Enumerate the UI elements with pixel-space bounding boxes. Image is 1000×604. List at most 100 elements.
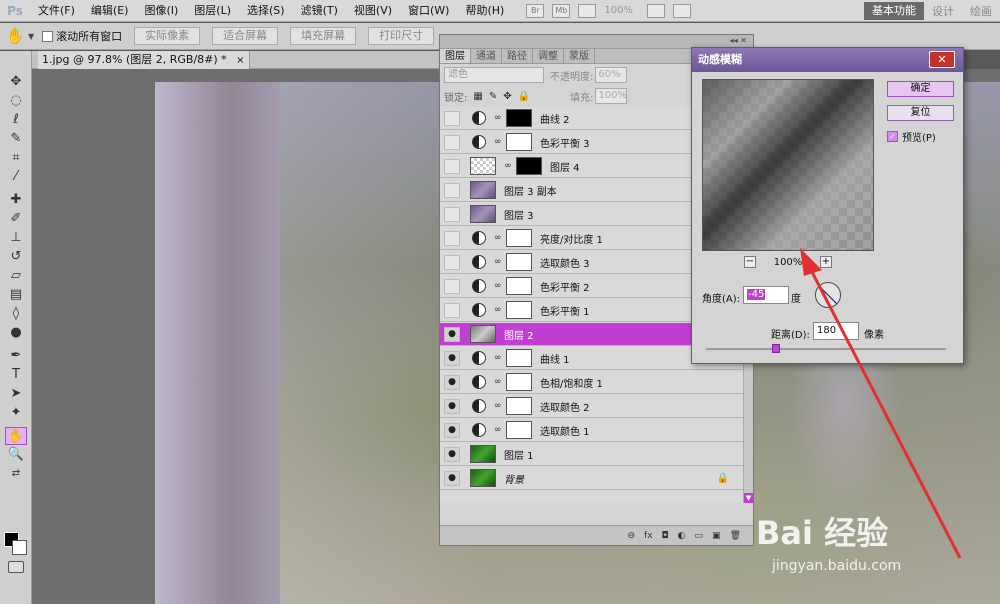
eraser-tool-icon[interactable]: ▱ xyxy=(5,267,27,285)
document-tab[interactable]: 1.jpg @ 97.8% (图层 2, RGB/8#) * × xyxy=(38,51,250,70)
distance-input[interactable]: 180 xyxy=(813,322,859,340)
layer-name[interactable]: 背景 xyxy=(504,471,524,486)
dialog-close-icon[interactable]: ✕ xyxy=(929,51,955,68)
layer-name[interactable]: 色彩平衡 1 xyxy=(540,303,590,318)
quick-select-tool-icon[interactable]: ✎ xyxy=(5,130,27,148)
visibility-eye-icon[interactable] xyxy=(444,230,460,246)
layer-thumbnail[interactable] xyxy=(470,469,496,487)
zoom-out-button[interactable]: − xyxy=(744,256,756,268)
visibility-eye-icon[interactable] xyxy=(444,158,460,174)
tab-adjustments[interactable]: 调整 xyxy=(533,49,564,63)
menu-edit[interactable]: 编辑(E) xyxy=(83,0,137,22)
lasso-tool-icon[interactable]: ℓ xyxy=(5,111,27,129)
quick-mask-icon[interactable] xyxy=(8,561,24,573)
healing-brush-tool-icon[interactable]: ✚ xyxy=(5,191,27,209)
menu-layer[interactable]: 图层(L) xyxy=(186,0,239,22)
layer-name[interactable]: 曲线 2 xyxy=(540,111,570,126)
layer-name[interactable]: 选取颜色 2 xyxy=(540,399,590,414)
folder-icon[interactable]: ▭ xyxy=(695,531,704,541)
layer-mask-thumbnail[interactable] xyxy=(506,373,532,391)
layer-row[interactable]: ● ∞ 选取颜色 1 xyxy=(440,419,743,442)
mask-link-icon[interactable]: ∞ xyxy=(494,401,502,411)
preview-checkbox-row[interactable]: ✓ 预览(P) xyxy=(887,129,936,144)
menu-help[interactable]: 帮助(H) xyxy=(457,0,512,22)
move-tool-icon[interactable]: ✥ xyxy=(5,73,27,91)
zoom-tool-icon[interactable]: 🔍 xyxy=(5,446,27,464)
ok-button[interactable]: 确定 xyxy=(887,81,954,97)
blur-tool-icon[interactable]: ◊ xyxy=(5,305,27,323)
swap-colors-icon[interactable]: ⇄ xyxy=(5,465,27,483)
visibility-eye-icon[interactable]: ● xyxy=(444,350,460,366)
layer-mask-thumbnail[interactable] xyxy=(506,109,532,127)
layer-name[interactable]: 图层 2 xyxy=(504,327,534,342)
layer-thumbnail[interactable] xyxy=(470,325,496,343)
tab-layers[interactable]: 图层 xyxy=(440,49,471,63)
brush-tool-icon[interactable]: ✐ xyxy=(5,210,27,228)
screen-mode-button[interactable] xyxy=(672,3,691,18)
layer-mask-thumbnail[interactable] xyxy=(506,397,532,415)
visibility-eye-icon[interactable]: ● xyxy=(444,398,460,414)
layer-mask-thumbnail[interactable] xyxy=(506,301,532,319)
document-close-icon[interactable]: × xyxy=(236,55,244,66)
menu-filter[interactable]: 滤镜(T) xyxy=(293,0,346,22)
layer-thumbnail[interactable] xyxy=(470,445,496,463)
new-layer-icon[interactable]: ▣ xyxy=(712,531,721,541)
scroll-down-icon[interactable]: ▼ xyxy=(744,493,753,503)
layer-thumbnail[interactable] xyxy=(470,205,496,223)
visibility-eye-icon[interactable] xyxy=(444,182,460,198)
visibility-eye-icon[interactable] xyxy=(444,134,460,150)
angle-input[interactable]: -45 xyxy=(743,286,789,304)
layer-row[interactable]: ● 图层 1 xyxy=(440,443,743,466)
scroll-all-windows-checkbox[interactable] xyxy=(42,30,54,42)
mask-link-icon[interactable]: ∞ xyxy=(494,305,502,315)
print-size-button[interactable]: 打印尺寸 xyxy=(368,27,435,45)
view-extras-button[interactable] xyxy=(578,3,597,18)
visibility-eye-icon[interactable] xyxy=(444,278,460,294)
menu-file[interactable]: 文件(F) xyxy=(30,0,83,22)
visibility-eye-icon[interactable]: ● xyxy=(444,422,460,438)
angle-dial[interactable] xyxy=(814,281,842,309)
mask-link-icon[interactable]: ∞ xyxy=(504,161,512,171)
layer-mask-thumbnail[interactable] xyxy=(506,277,532,295)
layer-name[interactable]: 选取颜色 1 xyxy=(540,423,590,438)
layer-name[interactable]: 图层 3 xyxy=(504,207,534,222)
lock-all-icon[interactable]: 🔒 xyxy=(518,91,530,102)
layer-name[interactable]: 色彩平衡 3 xyxy=(540,135,590,150)
type-tool-icon[interactable]: T xyxy=(5,366,27,384)
visibility-eye-icon[interactable]: ● xyxy=(444,470,460,486)
dodge-tool-icon[interactable]: ● xyxy=(5,324,27,342)
layer-name[interactable]: 色彩平衡 2 xyxy=(540,279,590,294)
history-brush-tool-icon[interactable]: ↺ xyxy=(5,248,27,266)
menu-select[interactable]: 选择(S) xyxy=(239,0,293,22)
mini-bridge-button[interactable]: Mb xyxy=(552,3,571,18)
pen-tool-icon[interactable]: ✒ xyxy=(5,347,27,365)
visibility-eye-icon[interactable] xyxy=(444,110,460,126)
layer-thumbnail[interactable] xyxy=(470,157,496,175)
lock-image-icon[interactable]: ✎ xyxy=(489,91,497,102)
layer-row[interactable]: ● ∞ 选取颜色 2 xyxy=(440,395,743,418)
marquee-tool-icon[interactable]: ◌ xyxy=(5,92,27,110)
layer-name[interactable]: 亮度/对比度 1 xyxy=(540,231,603,246)
mask-link-icon[interactable]: ∞ xyxy=(494,281,502,291)
clone-stamp-tool-icon[interactable]: ⊥ xyxy=(5,229,27,247)
preview-checkbox[interactable]: ✓ xyxy=(887,131,898,142)
eyedropper-tool-icon[interactable]: ⁄ xyxy=(5,168,27,186)
path-select-tool-icon[interactable]: ➤ xyxy=(5,385,27,403)
tab-paths[interactable]: 路径 xyxy=(502,49,533,63)
layer-mask-thumbnail[interactable] xyxy=(516,157,542,175)
arrange-documents-button[interactable] xyxy=(646,3,665,18)
actual-pixels-button[interactable]: 实际像素 xyxy=(134,27,201,45)
tool-preset-dropdown-icon[interactable]: ▼ xyxy=(28,32,34,41)
workspace-essentials[interactable]: 基本功能 xyxy=(864,2,924,20)
tab-masks[interactable]: 蒙版 xyxy=(564,49,595,63)
layer-name[interactable]: 图层 4 xyxy=(550,159,580,174)
zoom-level[interactable]: 100% xyxy=(604,5,633,16)
mask-link-icon[interactable]: ∞ xyxy=(494,353,502,363)
hand-tool-icon[interactable]: ✋ xyxy=(5,427,27,445)
layer-row[interactable]: ● ∞ 色相/饱和度 1 xyxy=(440,371,743,394)
fill-screen-button[interactable]: 填充屏幕 xyxy=(290,27,357,45)
workspace-painting[interactable]: 绘画 xyxy=(962,3,1000,19)
gradient-tool-icon[interactable]: ▤ xyxy=(5,286,27,304)
reset-button[interactable]: 复位 xyxy=(887,105,954,121)
layer-row[interactable]: ● 背景 🔒 xyxy=(440,467,743,490)
